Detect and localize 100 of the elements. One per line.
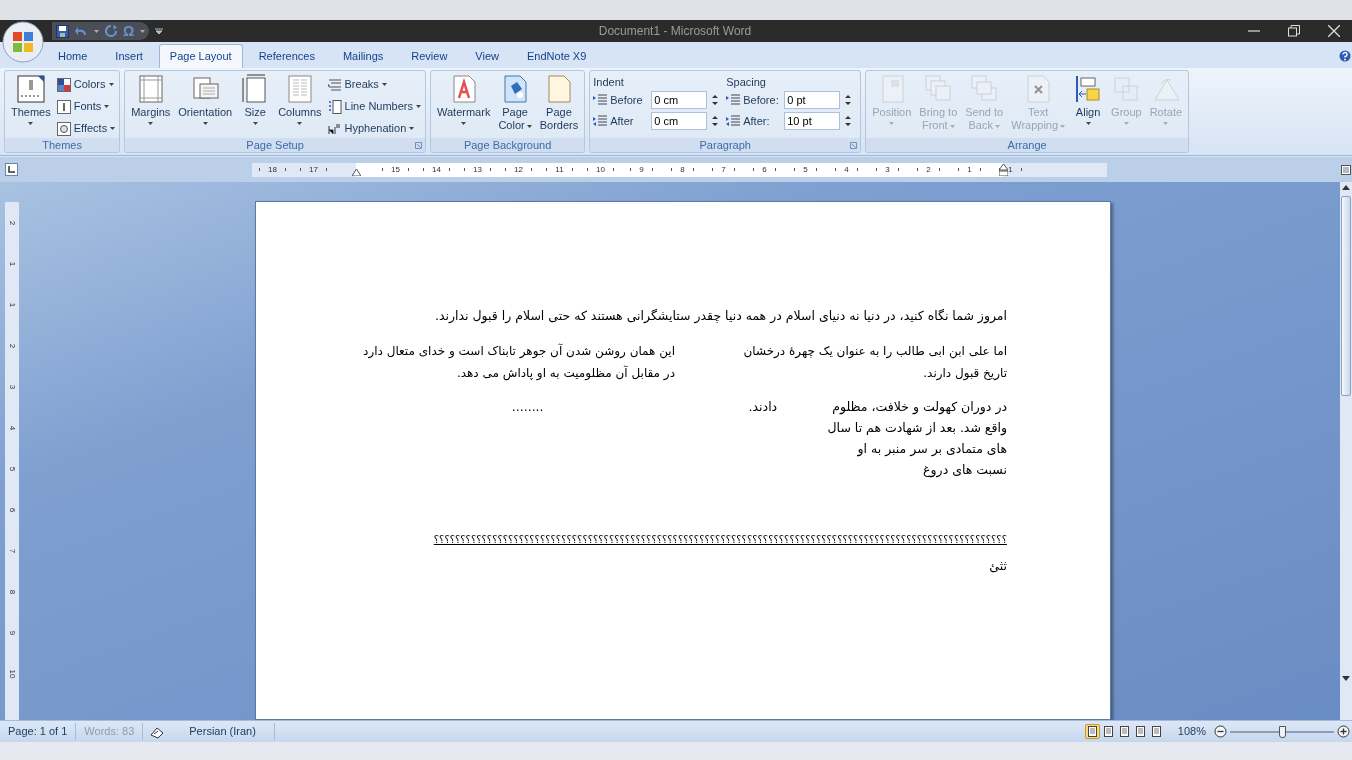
line-numbers-icon	[327, 99, 342, 114]
customize-toolbar-icon[interactable]	[155, 27, 164, 35]
page-count[interactable]: Page: 1 of 1	[0, 723, 77, 740]
spin-box-field[interactable]: 0 cm	[651, 91, 708, 109]
ribbon-button[interactable]: Line Numbers	[326, 97, 422, 116]
tick-mark-icon	[692, 168, 694, 171]
indent-marker-icon[interactable]	[352, 168, 361, 176]
ribbon-button[interactable]: Themes	[8, 74, 54, 125]
spin-box-field[interactable]: 0 pt	[784, 91, 841, 109]
indent-marker-icon[interactable]	[999, 163, 1008, 176]
ribbon-tab[interactable]: Insert	[101, 44, 157, 68]
section-heading: Indent	[593, 75, 625, 88]
spinner-arrows-icon[interactable]	[845, 94, 852, 106]
close-icon[interactable]	[1328, 25, 1340, 37]
ribbon-tab[interactable]: Home	[44, 44, 102, 68]
ribbon-button[interactable]: Hyphenation	[326, 119, 422, 138]
ribbon-button[interactable]: Size	[237, 74, 274, 125]
paragraph: اما علی ابن ابی طالب را به عنوان یک چهرهٔ درخشان تاریخ قبول دارند.	[742, 343, 1007, 382]
group-label: Page Setup	[246, 139, 304, 151]
ribbon-tab[interactable]: EndNote X9	[513, 44, 601, 68]
ribbon-button[interactable]: Page Color	[495, 74, 535, 132]
undo-icon[interactable]	[75, 25, 88, 37]
help-icon[interactable]	[1339, 50, 1351, 62]
view-button[interactable]	[1084, 724, 1100, 739]
view-ruler-icon[interactable]	[1341, 164, 1351, 175]
slider-thumb[interactable]	[1279, 725, 1286, 738]
vertical-scrollbar[interactable]	[1340, 182, 1352, 720]
ribbon-tab[interactable]: References	[244, 44, 329, 68]
ruler-number: 1	[1008, 163, 1013, 176]
tick-mark-icon	[651, 168, 653, 171]
paragraph: امروز شما نگاه کنید، در دنیا نه دنیای اسلام در همه دنیا چقدر ستایشگرانی هستند که حتی اسلام را قبول ندارند.	[433, 307, 1007, 326]
restore-icon[interactable]	[1288, 25, 1300, 37]
ribbon-tab[interactable]: Mailings	[328, 44, 398, 68]
tick-mark-icon	[671, 168, 673, 171]
group-label: Arrange	[1007, 139, 1047, 151]
ruler-number: 9	[639, 163, 644, 176]
color-palette-icon	[56, 77, 71, 92]
tick-mark-icon	[464, 168, 466, 171]
tick-mark-icon	[407, 168, 409, 171]
tick-mark-icon	[774, 168, 776, 171]
field-label: After	[610, 113, 635, 129]
ruler-number: 2	[7, 343, 18, 348]
tick-mark-icon	[938, 168, 940, 171]
field-label: Before:	[743, 92, 780, 108]
language-indicator[interactable]: Persian (Iran)	[171, 723, 275, 740]
ruler-number: 18	[268, 163, 277, 176]
ruler-number: 1	[967, 163, 972, 176]
tick-mark-icon	[284, 168, 286, 171]
ribbon-tab[interactable]: View	[461, 44, 513, 68]
ribbon-button[interactable]: Columns	[275, 74, 325, 125]
scrollbar-thumb[interactable]	[1341, 196, 1351, 396]
ribbon-button[interactable]: Margins	[128, 74, 174, 125]
text-line: دادند.	[748, 398, 778, 416]
ribbon-tab[interactable]: Review	[397, 44, 462, 68]
zoom-level[interactable]: 108%	[1177, 723, 1206, 740]
tick-mark-icon	[979, 168, 981, 171]
ruler-number: 1	[7, 261, 18, 266]
spinner-arrows-icon[interactable]	[712, 94, 719, 106]
spinner-arrows-icon[interactable]	[845, 115, 852, 127]
hyphenation-icon	[327, 121, 342, 136]
ruler-number: 5	[7, 466, 18, 471]
ruler-number: 14	[432, 163, 441, 176]
ruler-number: 4	[7, 425, 18, 430]
caret-icon	[94, 29, 99, 33]
save-icon[interactable]	[56, 24, 69, 38]
ribbon-button[interactable]: Breaks	[326, 75, 422, 94]
text-line: ........	[511, 398, 544, 416]
redo-icon[interactable]	[105, 25, 117, 37]
group-label: Paragraph	[699, 139, 751, 151]
tick-mark-icon	[917, 168, 919, 171]
tick-mark-icon	[958, 168, 960, 171]
section-heading: Spacing	[726, 75, 767, 88]
ribbon-button[interactable]: Colors	[55, 75, 117, 94]
ruler-number: 7	[7, 548, 18, 553]
tab-selector-button[interactable]	[5, 163, 18, 176]
ruler-number: 10	[7, 669, 18, 678]
zoom-in-icon[interactable]	[1337, 725, 1350, 738]
tick-mark-icon	[835, 168, 837, 171]
spinner-arrows-icon[interactable]	[712, 115, 719, 127]
paragraph: ثثئ	[988, 557, 1007, 575]
scroll-down-icon[interactable]	[1342, 676, 1350, 682]
spin-box-field[interactable]: 10 pt	[784, 112, 841, 130]
ruler-number: 9	[7, 630, 18, 635]
ruler-number: 12	[514, 163, 523, 176]
ribbon-button[interactable]: Align	[1070, 74, 1107, 125]
tick-mark-icon	[546, 168, 548, 171]
ruler-number: 17	[309, 163, 318, 176]
ribbon-button[interactable]: Fonts	[55, 97, 117, 116]
ribbon-button[interactable]: Orientation	[175, 74, 236, 125]
scroll-up-icon[interactable]	[1342, 184, 1350, 190]
document-view-icon	[1118, 726, 1130, 737]
tick-mark-icon	[489, 168, 491, 171]
ribbon-tab[interactable]: Page Layout	[158, 44, 243, 68]
spin-box-field[interactable]: 0 cm	[651, 112, 708, 130]
tick-mark-icon	[382, 168, 384, 171]
ribbon-button[interactable]: Page Borders	[536, 74, 582, 132]
zoom-out-icon[interactable]	[1214, 725, 1227, 738]
ribbon-button[interactable]: Watermark	[434, 74, 494, 125]
ribbon-button[interactable]: Effects	[55, 119, 117, 138]
ruler-number: 5	[803, 163, 808, 176]
